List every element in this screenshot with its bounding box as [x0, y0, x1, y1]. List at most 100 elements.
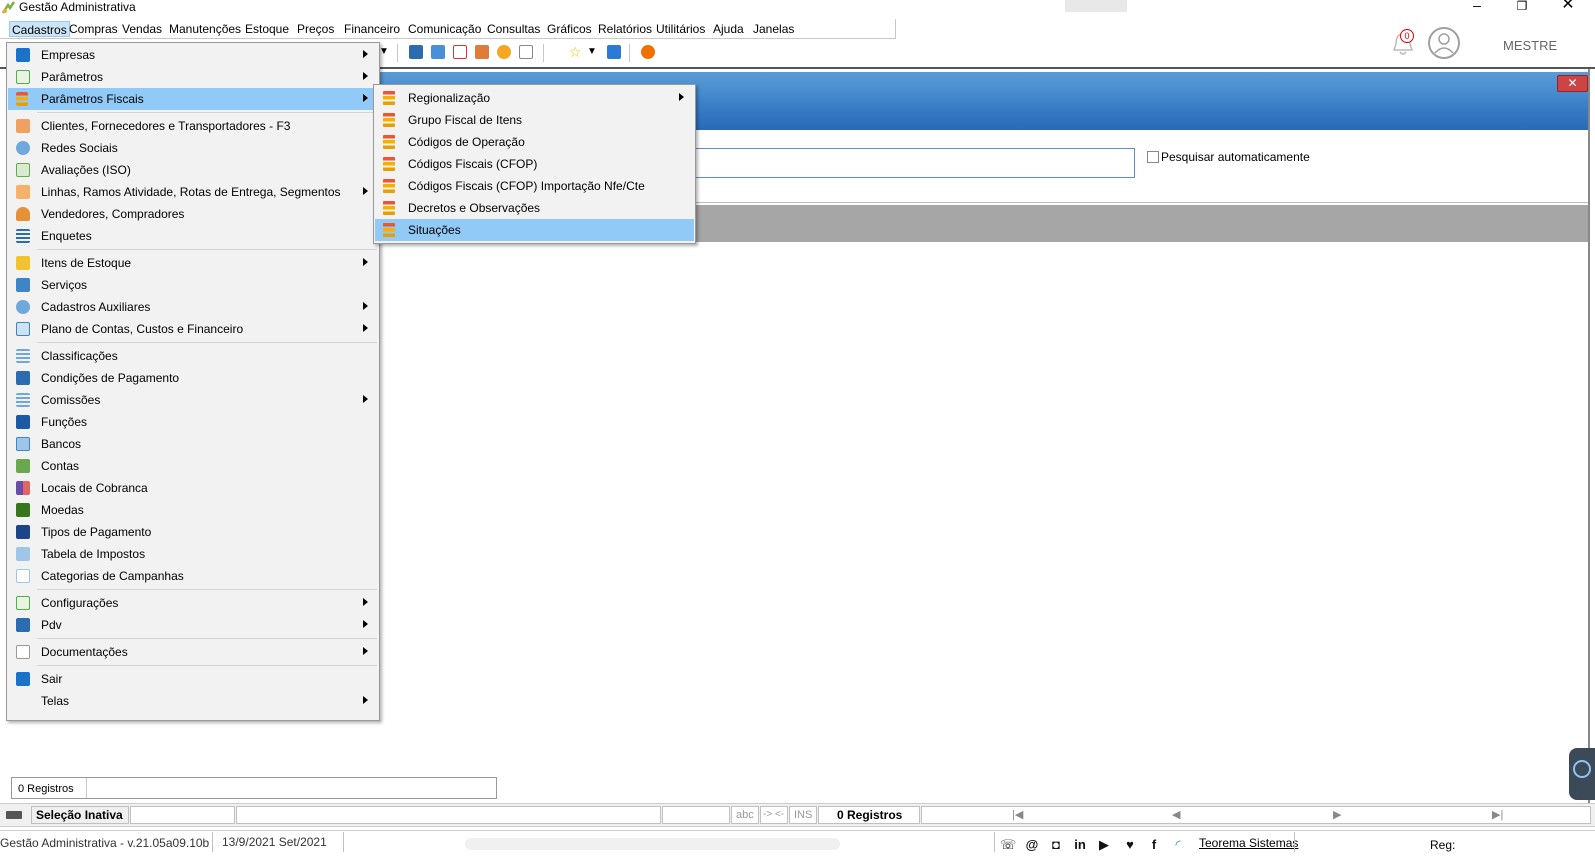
- menu-item-redes-sociais[interactable]: Redes Sociais: [8, 137, 378, 159]
- menu-item-locais-cobranca[interactable]: Locais de Cobranca: [8, 477, 378, 499]
- menu-item-moedas[interactable]: Moedas: [8, 499, 378, 521]
- menu-item-funcoes[interactable]: Funções: [8, 411, 378, 433]
- menu-cadastros[interactable]: Cadastros: [9, 21, 70, 37]
- nav-first-button[interactable]: |◀: [1012, 808, 1023, 821]
- search-input[interactable]: [690, 148, 1135, 178]
- menu-separator: [37, 249, 377, 250]
- menu-item-documentacoes[interactable]: Documentações: [8, 641, 378, 663]
- menu-separator: [37, 665, 377, 666]
- menu-graficos[interactable]: Gráficos: [547, 21, 592, 37]
- submenu-item-grupo-fiscal[interactable]: Grupo Fiscal de Itens: [375, 109, 694, 131]
- menu-item-condicoes-pagamento[interactable]: Condições de Pagamento: [8, 367, 378, 389]
- submenu-arrow-icon: [363, 94, 368, 102]
- selection-status: Seleção Inativa: [31, 806, 129, 824]
- menu-item-contas[interactable]: Contas: [8, 455, 378, 477]
- facebook-icon[interactable]: f: [1146, 837, 1162, 853]
- calculator2-icon[interactable]: [431, 45, 445, 59]
- menu-manutencoes[interactable]: Manutenções: [169, 21, 241, 37]
- fiscal-submenu: Regionalização Grupo Fiscal de Itens Cód…: [373, 84, 696, 244]
- menu-item-comissoes[interactable]: Comissões: [8, 389, 378, 411]
- menu-item-plano-contas[interactable]: Plano de Contas, Custos e Financeiro: [8, 318, 378, 340]
- nav-next-button[interactable]: ▶: [1333, 808, 1341, 821]
- submenu-item-cfop[interactable]: Códigos Fiscais (CFOP): [375, 153, 694, 175]
- submenu-arrow-icon: [363, 395, 368, 403]
- search-doc-icon[interactable]: [519, 45, 533, 59]
- menu-separator: [37, 112, 377, 113]
- person-icon: [16, 207, 30, 221]
- calendar-clock-icon[interactable]: [475, 45, 489, 59]
- menu-item-configuracoes[interactable]: Configurações: [8, 592, 378, 614]
- instagram-icon[interactable]: ◘: [1048, 837, 1064, 853]
- menu-compras[interactable]: Compras: [69, 21, 118, 37]
- menu-item-vendedores[interactable]: Vendedores, Compradores: [8, 203, 378, 225]
- restore-button[interactable]: ❐: [1512, 0, 1532, 14]
- linkedin-icon[interactable]: in: [1072, 837, 1088, 853]
- menu-item-telas[interactable]: Telas: [8, 690, 378, 712]
- menu-item-enquetes[interactable]: Enquetes: [8, 225, 378, 247]
- info-icon[interactable]: [607, 45, 621, 59]
- menu-ajuda[interactable]: Ajuda: [713, 21, 744, 37]
- lines-icon: [16, 393, 30, 407]
- grid-icon: [16, 569, 30, 583]
- records-count: 0 Registros: [18, 783, 74, 795]
- close-window-button[interactable]: ✕: [1558, 0, 1578, 13]
- menu-item-tipos-pagamento[interactable]: Tipos de Pagamento: [8, 521, 378, 543]
- clock-icon[interactable]: [497, 45, 511, 59]
- menu-item-sair[interactable]: Sair: [8, 668, 378, 690]
- menu-item-categorias-campanhas[interactable]: Categorias de Campanhas: [8, 565, 378, 587]
- power-icon[interactable]: [641, 45, 655, 59]
- divider: [343, 832, 344, 852]
- submenu-item-situacoes[interactable]: Situações: [375, 219, 694, 241]
- minimize-button[interactable]: –: [1467, 0, 1487, 14]
- menu-item-cadastros-auxiliares[interactable]: Cadastros Auxiliares: [8, 296, 378, 318]
- date-label: 13/9/2021 Set/2021: [222, 835, 327, 849]
- company-link[interactable]: Teorema Sistemas: [1199, 836, 1298, 850]
- menu-item-bancos[interactable]: Bancos: [8, 433, 378, 455]
- submenu-arrow-icon: [363, 620, 368, 628]
- menu-item-linhas[interactable]: Linhas, Ramos Atividade, Rotas de Entreg…: [8, 181, 378, 203]
- star-icon[interactable]: ☆: [569, 45, 583, 59]
- menu-precos[interactable]: Preços: [297, 21, 334, 37]
- support-icon[interactable]: ☏: [1000, 837, 1016, 853]
- youtube-icon[interactable]: ▶: [1096, 837, 1112, 853]
- records-status: 0 Registros: [818, 806, 920, 824]
- user-avatar[interactable]: [1428, 27, 1460, 59]
- menu-item-parametros-fiscais[interactable]: Parâmetros Fiscais: [8, 88, 378, 110]
- menu-utilitarios[interactable]: Utilitários: [656, 21, 705, 37]
- menu-consultas[interactable]: Consultas: [487, 21, 540, 37]
- menu-relatorios[interactable]: Relatórios: [598, 21, 652, 37]
- menu-estoque[interactable]: Estoque: [245, 21, 289, 37]
- list-icon: [16, 229, 30, 243]
- calculator-icon[interactable]: [409, 45, 423, 59]
- submenu-item-codigos-operacao[interactable]: Códigos de Operação: [375, 131, 694, 153]
- menu-vendas[interactable]: Vendas: [122, 21, 162, 37]
- menu-item-empresas[interactable]: Empresas: [8, 44, 378, 66]
- auto-search-checkbox[interactable]: [1147, 151, 1159, 163]
- menu-financeiro[interactable]: Financeiro: [344, 21, 400, 37]
- menu-item-avaliacoes[interactable]: Avaliações (ISO): [8, 159, 378, 181]
- status-cell: [130, 806, 235, 824]
- twitter-icon[interactable]: ♥: [1122, 837, 1138, 853]
- divider: [1294, 832, 1295, 852]
- submenu-item-decretos[interactable]: Decretos e Observações: [375, 197, 694, 219]
- submenu-item-cfop-importacao[interactable]: Códigos Fiscais (CFOP) Importação Nfe/Ct…: [375, 175, 694, 197]
- menu-item-clientes[interactable]: Clientes, Fornecedores e Transportadores…: [8, 115, 378, 137]
- blocks-icon: [16, 481, 30, 495]
- nav-last-button[interactable]: ▶|: [1492, 808, 1503, 821]
- menu-item-servicos[interactable]: Serviços: [8, 274, 378, 296]
- menu-item-itens-estoque[interactable]: Itens de Estoque: [8, 252, 378, 274]
- menu-item-pdv[interactable]: Pdv: [8, 614, 378, 636]
- child-close-button[interactable]: ✕: [1557, 75, 1588, 92]
- email-icon[interactable]: @: [1024, 837, 1040, 853]
- menu-item-tabela-impostos[interactable]: Tabela de Impostos: [8, 543, 378, 565]
- menu-comunicacao[interactable]: Comunicação: [408, 21, 481, 37]
- menu-item-parametros[interactable]: Parâmetros: [8, 66, 378, 88]
- menu-janelas[interactable]: Janelas: [753, 21, 794, 37]
- submenu-item-regionalizacao[interactable]: Regionalização: [375, 87, 694, 109]
- dropdown-arrow-icon[interactable]: ▼: [587, 45, 597, 59]
- nav-prev-button[interactable]: ◀: [1172, 808, 1180, 821]
- dropdown-arrow-icon[interactable]: ▼: [379, 45, 389, 59]
- calendar-icon[interactable]: [453, 45, 467, 59]
- money-icon: [16, 459, 30, 473]
- menu-item-classificacoes[interactable]: Classificações: [8, 345, 378, 367]
